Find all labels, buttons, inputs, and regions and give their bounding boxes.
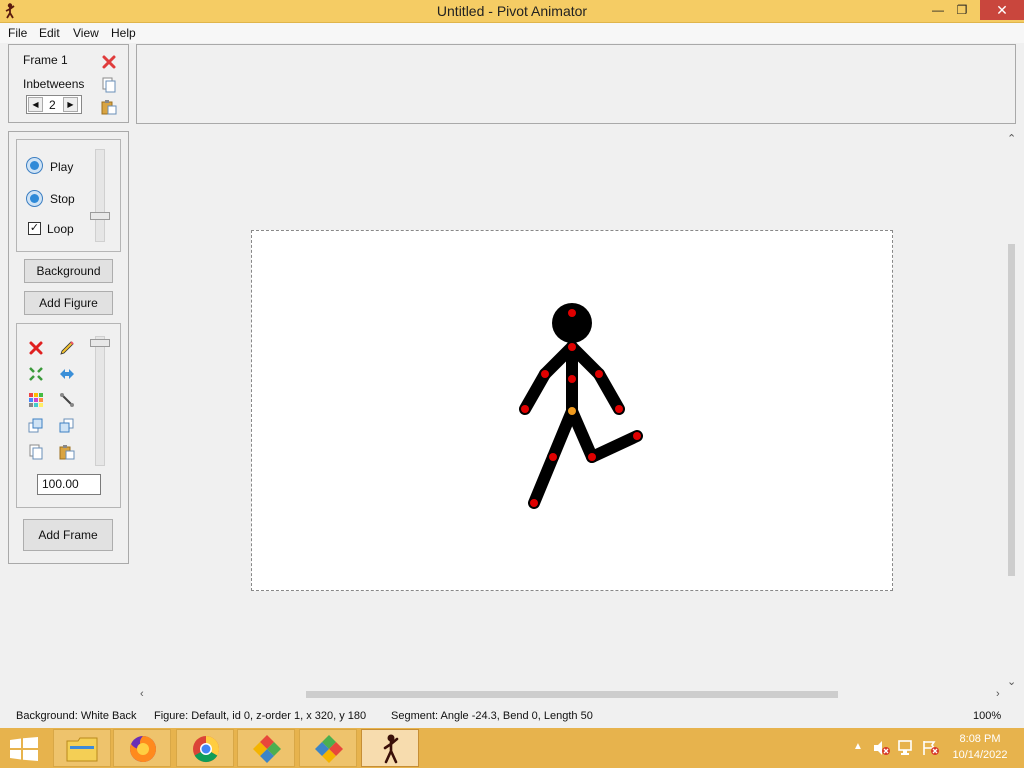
tray-overflow-icon[interactable]: ▲ — [853, 741, 863, 752]
menu-help[interactable]: Help — [111, 26, 136, 40]
firefox-icon — [130, 736, 156, 762]
animation-stage[interactable] — [251, 230, 893, 591]
taskbar-pivot-animator[interactable] — [361, 729, 419, 767]
folder-icon — [66, 737, 98, 762]
status-zoom: 100% — [973, 710, 1002, 722]
color-figure-icon[interactable] — [28, 392, 44, 408]
action-center-flag-icon[interactable] — [922, 740, 940, 756]
speed-slider-track[interactable] — [95, 149, 105, 242]
pivot-animator-icon — [383, 734, 399, 764]
taskbar-app-1[interactable] — [237, 729, 295, 767]
add-figure-button[interactable]: Add Figure — [24, 291, 113, 315]
play-label[interactable]: Play — [50, 160, 73, 174]
menu-file[interactable]: File — [8, 26, 27, 40]
loop-checkbox[interactable]: ✓ — [28, 222, 41, 235]
center-figure-icon[interactable] — [28, 366, 44, 382]
delete-figure-icon[interactable] — [28, 340, 44, 356]
horizontal-scrollbar-thumb[interactable] — [306, 691, 838, 698]
maximize-button[interactable]: ❐ — [948, 0, 976, 20]
taskbar-explorer[interactable] — [53, 729, 111, 767]
menu-edit[interactable]: Edit — [39, 26, 60, 40]
copy-frame-icon[interactable] — [101, 77, 117, 93]
status-segment: Segment: Angle -24.3, Bend 0, Length 50 — [391, 710, 593, 722]
edit-figure-icon[interactable] — [59, 340, 75, 356]
stick-figure[interactable] — [252, 231, 892, 590]
paste-figure-icon[interactable] — [59, 444, 75, 460]
background-button[interactable]: Background — [24, 259, 113, 283]
scroll-left-arrow[interactable]: ‹ — [140, 688, 144, 700]
bring-to-front-icon[interactable] — [28, 418, 44, 434]
scale-input[interactable]: 100.00 — [37, 474, 101, 495]
speed-slider-thumb[interactable] — [90, 212, 110, 220]
scroll-up-arrow[interactable]: ⌃ — [1007, 132, 1016, 145]
scroll-right-arrow[interactable]: › — [996, 688, 1000, 700]
menu-bar: File Edit View Help — [0, 23, 1024, 43]
stop-icon[interactable] — [26, 190, 43, 207]
clock-time[interactable]: 8:08 PM — [948, 733, 1012, 745]
flip-figure-icon[interactable] — [59, 366, 75, 382]
taskbar-chrome[interactable] — [176, 729, 234, 767]
clock-date[interactable]: 10/14/2022 — [948, 749, 1012, 761]
loop-label[interactable]: Loop — [47, 222, 74, 236]
increment-button[interactable]: ▶ — [63, 97, 78, 112]
figure-pivot-handle[interactable] — [568, 407, 576, 415]
status-bar: Background: White Back Figure: Default, … — [0, 705, 1024, 728]
inbetweens-label: Inbetweens — [23, 77, 85, 91]
vertical-scrollbar-thumb[interactable] — [1008, 244, 1015, 576]
send-to-back-icon[interactable] — [59, 418, 75, 434]
chrome-icon — [193, 736, 220, 763]
taskbar-firefox[interactable] — [113, 729, 171, 767]
inbetweens-value: 2 — [49, 98, 56, 112]
delete-frame-icon[interactable] — [101, 54, 117, 70]
play-icon[interactable] — [26, 157, 43, 174]
diamond-app-icon — [315, 735, 343, 763]
title-bar: Untitled - Pivot Animator — ❐ ✕ — [0, 0, 1024, 23]
scale-slider-track[interactable] — [95, 336, 105, 466]
scroll-down-arrow[interactable]: ⌄ — [1007, 675, 1016, 688]
paste-frame-icon[interactable] — [101, 99, 117, 115]
frame-panel: Frame 1 Inbetweens ◀ 2 ▶ — [8, 44, 129, 123]
start-button-icon[interactable] — [10, 737, 38, 761]
scale-slider-thumb[interactable] — [90, 339, 110, 347]
frames-timeline[interactable] — [136, 44, 1016, 124]
playback-group: Play Stop ✓ Loop — [16, 139, 121, 252]
status-background: Background: White Back — [16, 710, 137, 722]
taskbar: ▲ 8:08 PM 10/14/2022 — [0, 728, 1024, 768]
copy-figure-icon[interactable] — [28, 444, 44, 460]
taskbar-app-2[interactable] — [299, 729, 357, 767]
status-figure: Figure: Default, id 0, z-order 1, x 320,… — [154, 710, 367, 722]
tools-panel: Play Stop ✓ Loop Background Add Figure 1… — [8, 131, 129, 564]
frame-label: Frame 1 — [23, 53, 68, 67]
inbetweens-spinner[interactable]: ◀ 2 ▶ — [26, 95, 82, 114]
add-frame-button[interactable]: Add Frame — [23, 519, 113, 551]
network-icon[interactable] — [898, 740, 916, 756]
close-button[interactable]: ✕ — [980, 0, 1024, 20]
decrement-button[interactable]: ◀ — [28, 97, 43, 112]
window-title: Untitled - Pivot Animator — [436, 3, 588, 19]
stop-label[interactable]: Stop — [50, 192, 75, 206]
volume-muted-icon[interactable] — [873, 740, 891, 756]
menu-view[interactable]: View — [73, 26, 99, 40]
figure-tools-group: 100.00 — [16, 323, 121, 508]
join-segments-icon[interactable] — [59, 392, 75, 408]
diamond-app-icon — [253, 735, 281, 763]
